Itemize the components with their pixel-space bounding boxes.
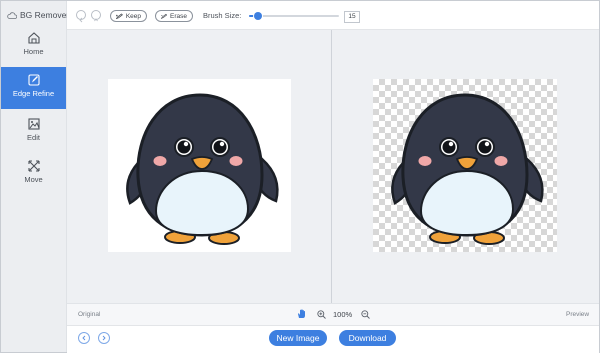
erase-button[interactable]: Erase	[155, 10, 193, 22]
cloud-logo-icon	[7, 11, 17, 19]
previous-button[interactable]	[78, 332, 90, 344]
undo-icon	[79, 17, 83, 23]
preview-label: Preview	[566, 311, 590, 318]
zoom-out-icon[interactable]	[361, 310, 370, 319]
redo-button[interactable]	[91, 10, 101, 22]
sidebar-item-label: Move	[24, 175, 43, 184]
canvas-info-bar: Original 100% Preview	[67, 303, 599, 326]
zoom-level: 100%	[333, 310, 353, 319]
download-button[interactable]: Download	[339, 330, 396, 346]
app-title: BG Remover	[20, 10, 70, 20]
sidebar-item-label: Home	[23, 47, 44, 56]
sidebar-item-label: Edit	[27, 133, 40, 142]
sidebar-item-label: Edge Refine	[12, 89, 55, 98]
chevron-left-icon	[82, 335, 86, 341]
home-icon	[27, 32, 40, 44]
keep-label: Keep	[125, 12, 141, 20]
undo-button[interactable]	[76, 10, 86, 23]
chevron-right-icon	[102, 335, 106, 341]
preview-image[interactable]	[373, 79, 557, 252]
keep-button[interactable]: Keep	[110, 10, 147, 22]
move-icon	[27, 160, 40, 172]
keep-brush-icon	[116, 12, 123, 19]
sidebar-item-move[interactable]: Move	[1, 155, 66, 195]
brush-size-value[interactable]: 15	[344, 11, 360, 23]
new-image-button[interactable]: New Image	[269, 330, 327, 346]
penguin-cutout-image	[391, 93, 544, 245]
original-panel	[67, 30, 331, 303]
next-button[interactable]	[98, 332, 110, 344]
hand-pan-icon[interactable]	[297, 309, 306, 319]
erase-label: Erase	[170, 12, 187, 20]
sidebar-item-home[interactable]: Home	[1, 27, 66, 67]
brush-size-slider[interactable]	[249, 12, 339, 20]
app-window: BG Remover Home Edge Refine Edit Move Ke…	[0, 0, 600, 353]
original-image[interactable]	[108, 79, 291, 252]
app-title-bar: BG Remover	[7, 8, 69, 22]
redo-icon	[94, 18, 98, 22]
erase-brush-icon	[161, 13, 168, 19]
image-edit-icon	[27, 118, 40, 130]
penguin-image	[126, 93, 279, 245]
edge-refine-icon	[27, 74, 40, 86]
bottom-bar: New Image Download	[67, 325, 599, 353]
brush-size-label: Brush Size:	[203, 11, 242, 20]
original-label: Original	[78, 311, 101, 318]
preview-panel	[332, 30, 599, 303]
sidebar-item-edit[interactable]: Edit	[1, 113, 66, 153]
brush-size-slider-handle[interactable]	[254, 12, 262, 20]
toolbar: Keep Erase Brush Size: 15	[67, 1, 599, 30]
sidebar-item-edge-refine[interactable]: Edge Refine	[1, 67, 66, 109]
sidebar: BG Remover Home Edge Refine Edit Move	[1, 1, 69, 352]
zoom-in-icon[interactable]	[317, 310, 326, 319]
